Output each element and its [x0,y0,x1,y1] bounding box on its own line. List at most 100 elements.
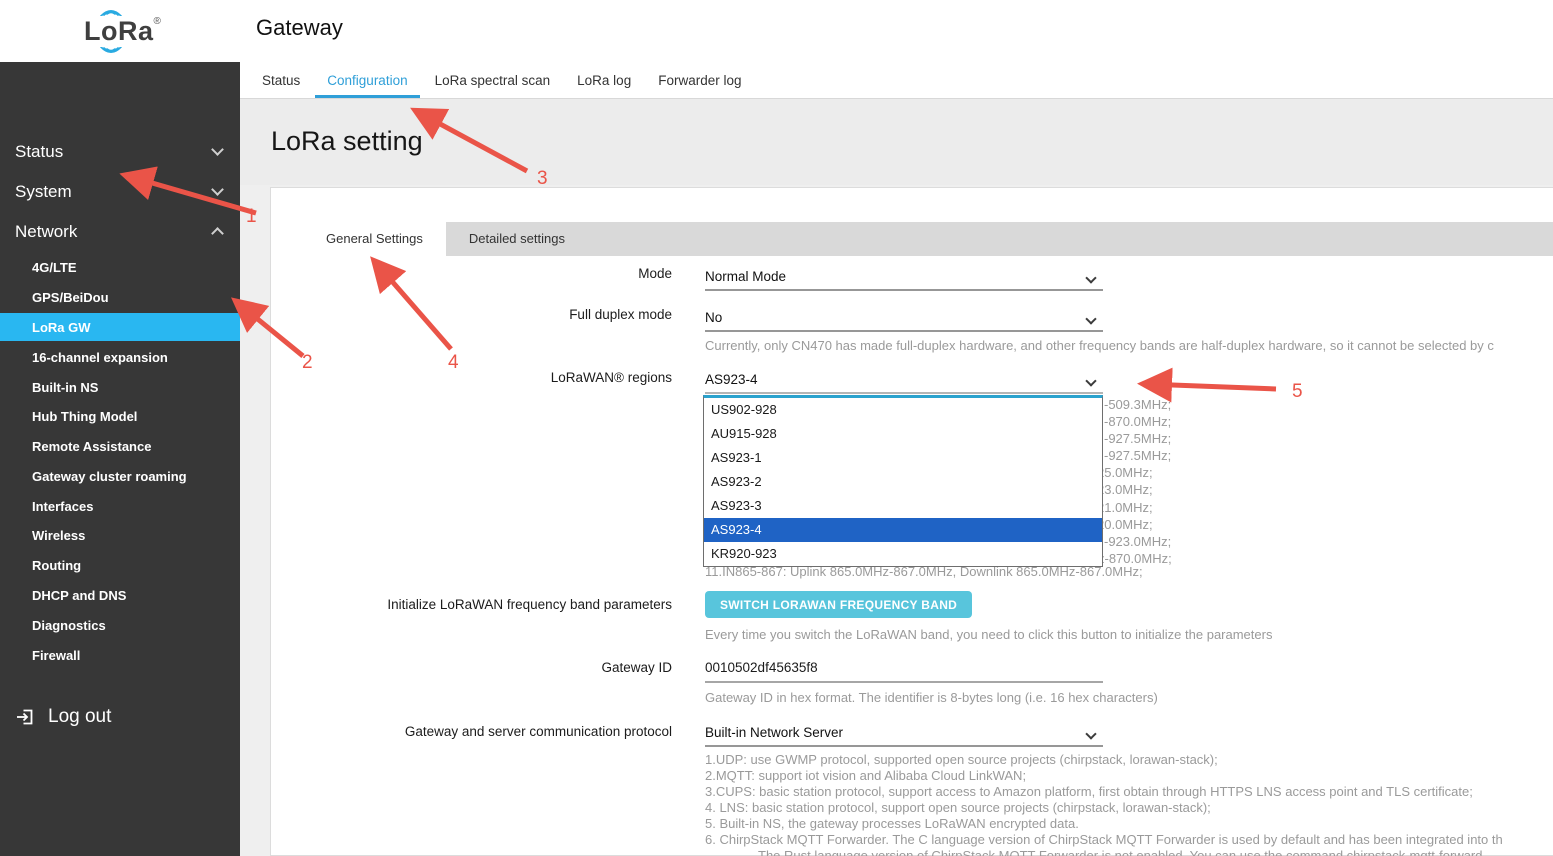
help-fragment: -509.3MHz; [1104,396,1172,413]
init-band-label: Initialize LoRaWAN frequency band parame… [300,597,672,612]
protocol-help-line: 6. ChirpStack MQTT Forwarder. The C lang… [705,832,1503,848]
subtab-detailed-settings[interactable]: Detailed settings [446,222,588,256]
sidebar-item-status[interactable]: Status [0,137,240,167]
regions-help-clipped-text: -509.3MHz; -870.0MHz; -927.5MHz; -927.5M… [1104,396,1172,567]
sidebar-item-gps-beidou[interactable]: GPS/BeiDou [0,283,240,311]
regions-select[interactable]: AS923-4 [705,364,1103,394]
sidebar-item-diagnostics[interactable]: Diagnostics [0,611,240,639]
chevron-up-icon [211,227,224,240]
chevron-down-icon [211,143,224,156]
sidebar-item-label: System [15,182,72,202]
dropdown-option-us902-928[interactable]: US902-928 [704,398,1102,422]
help-fragment: -870.0MHz; [1104,413,1172,430]
full-duplex-select[interactable]: No [705,302,1103,332]
tab-configuration[interactable]: Configuration [315,62,419,98]
sidebar-item-16-channel-expansion[interactable]: 16-channel expansion [0,343,240,371]
sidebar-item-label: Firewall [32,648,80,663]
protocol-help-line-clipped: The Rust language version of ChirpStack … [758,848,1503,856]
sidebar-item-label: Wireless [32,528,85,543]
regions-label: LoRaWAN® regions [300,370,672,385]
lora-gateway-config-page: LoRa® Gateway Status System Network 4G/L… [0,0,1553,856]
sidebar-item-hub-thing-model[interactable]: Hub Thing Model [0,402,240,430]
lora-logo: LoRa® [84,7,174,55]
sidebar-item-label: Network [15,222,77,242]
sidebar-item-system[interactable]: System [0,177,240,207]
protocol-help-line: 3.CUPS: basic station protocol, support … [705,784,1503,800]
sidebar-item-wireless[interactable]: Wireless [0,521,240,549]
sidebar-item-4g-lte[interactable]: 4G/LTE [0,253,240,281]
protocol-select[interactable]: Built-in Network Server [705,717,1103,747]
gateway-id-label: Gateway ID [300,660,672,675]
sidebar-item-label: 16-channel expansion [32,350,168,365]
help-fragment: -923.0MHz; [1104,533,1172,550]
sidebar-item-label: Routing [32,558,81,573]
tab-forwarder-log[interactable]: Forwarder log [646,62,753,98]
app-title: Gateway [256,15,343,41]
switch-lorawan-frequency-band-button[interactable]: SWITCH LORAWAN FREQUENCY BAND [705,591,972,618]
sidebar-item-remote-assistance[interactable]: Remote Assistance [0,432,240,460]
sidebar-item-label: Remote Assistance [32,439,151,454]
sidebar-item-lora-gw[interactable]: LoRa GW [0,313,240,341]
sidebar-item-label: LoRa GW [32,320,91,335]
top-header: LoRa® Gateway [0,0,1553,62]
help-fragment: 23.0MHz; [1097,481,1172,498]
help-fragment: 20.0MHz; [1097,516,1172,533]
main-tabbar: Status Configuration LoRa spectral scan … [240,62,1553,99]
settings-subtabs: General Settings Detailed settings [303,222,1553,256]
sidebar-item-network[interactable]: Network [0,217,240,247]
dropdown-option-au915-928[interactable]: AU915-928 [704,422,1102,446]
tab-lora-log[interactable]: LoRa log [565,62,643,98]
dropdown-option-as923-1[interactable]: AS923-1 [704,446,1102,470]
gateway-id-value: 0010502df45635f8 [705,660,818,675]
sidebar-item-interfaces[interactable]: Interfaces [0,492,240,520]
logout-button[interactable]: Log out [15,706,111,728]
sidebar-item-label: Hub Thing Model [32,409,137,424]
protocol-help-line: 5. Built-in NS, the gateway processes Lo… [705,816,1503,832]
chevron-down-icon [1085,272,1096,283]
gateway-id-input[interactable]: 0010502df45635f8 [705,654,1103,683]
sidebar-item-routing[interactable]: Routing [0,551,240,579]
dropdown-option-as923-2[interactable]: AS923-2 [704,470,1102,494]
dropdown-option-as923-3[interactable]: AS923-3 [704,494,1102,518]
sidebar: Status System Network 4G/LTE GPS/BeiDou … [0,62,240,856]
mode-select[interactable]: Normal Mode [705,261,1103,291]
sidebar-item-label: DHCP and DNS [32,588,126,603]
lora-logo-waves-bottom-icon [98,47,124,58]
sidebar-item-firewall[interactable]: Firewall [0,641,240,669]
sidebar-item-label: GPS/BeiDou [32,290,109,305]
help-fragment: -927.5MHz; [1104,447,1172,464]
lora-logo-waves-top-icon [98,5,124,16]
dropdown-option-kr920-923[interactable]: KR920-923 [704,542,1102,566]
tab-status[interactable]: Status [250,62,312,98]
dropdown-option-as923-4-selected[interactable]: AS923-4 [704,518,1102,542]
sidebar-item-label: Status [15,142,63,162]
sidebar-item-label: Diagnostics [32,618,106,633]
sidebar-item-label: Gateway cluster roaming [32,469,187,484]
page-title: LoRa setting [271,126,423,157]
registered-mark: ® [154,16,162,27]
logout-label: Log out [48,706,111,728]
protocol-label: Gateway and server communication protoco… [300,724,672,739]
protocol-help-line: 1.UDP: use GWMP protocol, supported open… [705,752,1503,768]
mode-label: Mode [300,266,672,281]
chevron-down-icon [1085,313,1096,324]
protocol-select-value: Built-in Network Server [705,725,843,740]
init-band-help: Every time you switch the LoRaWAN band, … [705,627,1272,642]
full-duplex-select-value: No [705,310,722,325]
gateway-id-help: Gateway ID in hex format. The identifier… [705,690,1158,705]
logout-icon [15,707,35,727]
sidebar-item-dhcp-and-dns[interactable]: DHCP and DNS [0,581,240,609]
protocol-help-line: 4. LNS: basic station protocol, support … [705,800,1503,816]
chevron-down-icon [1085,728,1096,739]
chevron-down-icon [211,183,224,196]
page-header-band [240,99,1553,185]
sidebar-item-built-in-ns[interactable]: Built-in NS [0,373,240,401]
full-duplex-label: Full duplex mode [300,307,672,322]
sidebar-item-label: Interfaces [32,499,93,514]
full-duplex-help: Currently, only CN470 has made full-dupl… [705,338,1494,353]
sidebar-item-label: 4G/LTE [32,260,77,275]
tab-lora-spectral-scan[interactable]: LoRa spectral scan [423,62,563,98]
subtab-general-settings[interactable]: General Settings [303,222,446,256]
sidebar-item-gateway-cluster-roaming[interactable]: Gateway cluster roaming [0,462,240,490]
help-fragment: 21.0MHz; [1097,499,1172,516]
